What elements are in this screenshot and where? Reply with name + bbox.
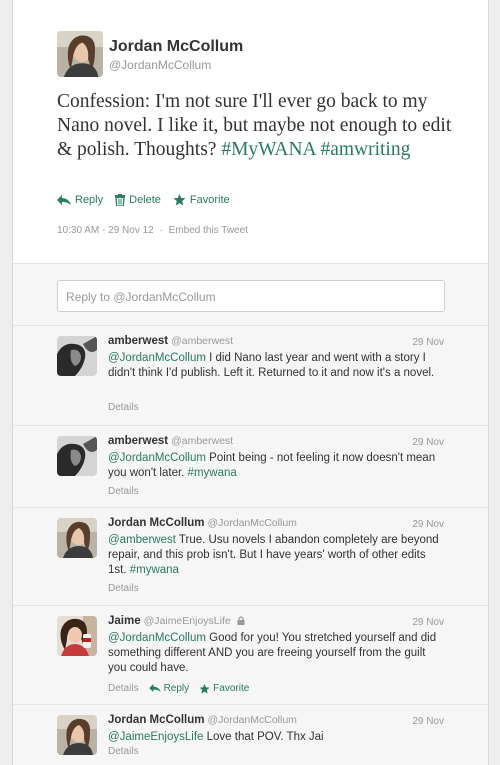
mention-link[interactable]: @JordanMcCollum	[108, 452, 206, 464]
mention-link[interactable]: @JordanMcCollum	[108, 352, 206, 364]
reply-footer: Details Reply Favorite	[108, 683, 249, 694]
avatar[interactable]	[57, 436, 97, 476]
reply-header: amberwest @amberwest	[108, 335, 233, 347]
tweet-text: Confession: I'm not sure I'll ever go ba…	[57, 90, 457, 162]
reply-date[interactable]: 29 Nov	[412, 519, 444, 530]
reply-fullname[interactable]: amberwest	[108, 335, 168, 347]
delete-label: Delete	[129, 194, 161, 206]
reply-username[interactable]: @JordanMcCollum	[207, 517, 296, 529]
reply-footer: Details	[108, 583, 139, 594]
star-icon	[199, 683, 210, 694]
trash-icon	[115, 194, 126, 206]
replies-section: Reply to @JordanMcCollum amberwest @amber…	[13, 263, 488, 765]
reply-date[interactable]: 29 Nov	[412, 437, 444, 448]
hashtag-link[interactable]: #amwriting	[320, 139, 410, 160]
avatar[interactable]	[57, 715, 97, 755]
reply-username[interactable]: @JordanMcCollum	[207, 714, 296, 726]
reply-date[interactable]: 29 Nov	[412, 716, 444, 727]
reply-icon	[57, 194, 71, 205]
reply-text: @JaimeEnjoysLife Love that POV. Thx Jai	[108, 730, 446, 745]
favorite-label: Favorite	[189, 194, 230, 206]
avatar[interactable]	[57, 518, 97, 558]
reply-username[interactable]: @JaimeEnjoysLife	[144, 615, 231, 627]
list-item: amberwest @amberwest 29 Nov @JordanMcColl…	[13, 425, 488, 503]
tweet-frame: Jordan McCollum @JordanMcCollum Confessi…	[12, 0, 489, 765]
reply-fullname[interactable]: Jaime	[108, 615, 141, 627]
reply-header: Jordan McCollum @JordanMcCollum	[108, 517, 297, 529]
main-tweet: Jordan McCollum @JordanMcCollum Confessi…	[13, 0, 488, 263]
reply-label: Reply	[75, 194, 104, 206]
avatar[interactable]	[57, 31, 103, 77]
reply-text: @JordanMcCollum I did Nano last year and…	[108, 351, 446, 381]
delete-button[interactable]: Delete	[115, 194, 161, 206]
reply-header: Jaime @JaimeEnjoysLife	[108, 615, 245, 627]
mention-link[interactable]: @JordanMcCollum	[108, 632, 206, 644]
reply-label: Reply	[163, 683, 190, 694]
avatar[interactable]	[57, 616, 97, 656]
reply-icon	[148, 684, 161, 693]
star-icon	[173, 194, 186, 206]
reply-text: @JordanMcCollum Point being - not feelin…	[108, 451, 446, 481]
reply-date[interactable]: 29 Nov	[412, 337, 444, 348]
reply-footer: Details	[108, 746, 139, 757]
reply-username[interactable]: @amberwest	[171, 335, 233, 347]
reply-body: Love that POV. Thx Jai	[203, 731, 324, 743]
reply-text: @amberwest True. Usu novels I abandon co…	[108, 533, 446, 578]
details-link[interactable]: Details	[108, 746, 139, 757]
favorite-label: Favorite	[213, 683, 250, 694]
timestamp[interactable]: 10:30 AM - 29 Nov 12	[57, 225, 154, 236]
lock-icon	[237, 616, 245, 625]
hashtag-link[interactable]: #MyWANA	[221, 139, 315, 160]
author-fullname[interactable]: Jordan McCollum	[109, 38, 243, 56]
meta-separator: ·	[159, 225, 163, 236]
reply-text: @JordanMcCollum Good for you! You stretc…	[108, 631, 446, 676]
avatar[interactable]	[57, 336, 97, 376]
list-item: Jordan McCollum @JordanMcCollum 29 Nov @a…	[13, 507, 488, 599]
details-link[interactable]: Details	[108, 486, 139, 497]
details-link[interactable]: Details	[108, 583, 139, 594]
author-username[interactable]: @JordanMcCollum	[109, 58, 211, 72]
hashtag-link[interactable]: #mywana	[188, 467, 237, 479]
reply-footer: Details	[108, 402, 139, 413]
reply-fullname[interactable]: Jordan McCollum	[108, 714, 204, 726]
mention-link[interactable]: @amberwest	[108, 534, 176, 546]
reply-username[interactable]: @amberwest	[171, 435, 233, 447]
favorite-button[interactable]: Favorite	[199, 683, 249, 694]
tweet-meta: 10:30 AM - 29 Nov 12 · Embed this Tweet	[57, 225, 248, 236]
reply-date[interactable]: 29 Nov	[412, 617, 444, 628]
favorite-button[interactable]: Favorite	[173, 194, 230, 206]
reply-button[interactable]: Reply	[148, 683, 190, 694]
tweet-actions: Reply Delete Favorite	[57, 194, 242, 206]
list-item: Jaime @JaimeEnjoysLife 29 Nov @JordanMcCo…	[13, 605, 488, 703]
reply-input[interactable]: Reply to @JordanMcCollum	[57, 280, 445, 312]
reply-fullname[interactable]: Jordan McCollum	[108, 517, 204, 529]
reply-header: Jordan McCollum @JordanMcCollum	[108, 714, 297, 726]
details-link[interactable]: Details	[108, 402, 139, 413]
mention-link[interactable]: @JaimeEnjoysLife	[108, 731, 203, 743]
embed-tweet-link[interactable]: Embed this Tweet	[169, 225, 248, 236]
list-item: amberwest @amberwest 29 Nov @JordanMcColl…	[13, 325, 488, 417]
reply-header: amberwest @amberwest	[108, 435, 233, 447]
details-link[interactable]: Details	[108, 683, 139, 694]
reply-fullname[interactable]: amberwest	[108, 435, 168, 447]
reply-button[interactable]: Reply	[57, 194, 103, 206]
list-item: Jordan McCollum @JordanMcCollum 29 Nov @J…	[13, 704, 488, 765]
reply-footer: Details	[108, 486, 139, 497]
hashtag-link[interactable]: #mywana	[130, 564, 179, 576]
